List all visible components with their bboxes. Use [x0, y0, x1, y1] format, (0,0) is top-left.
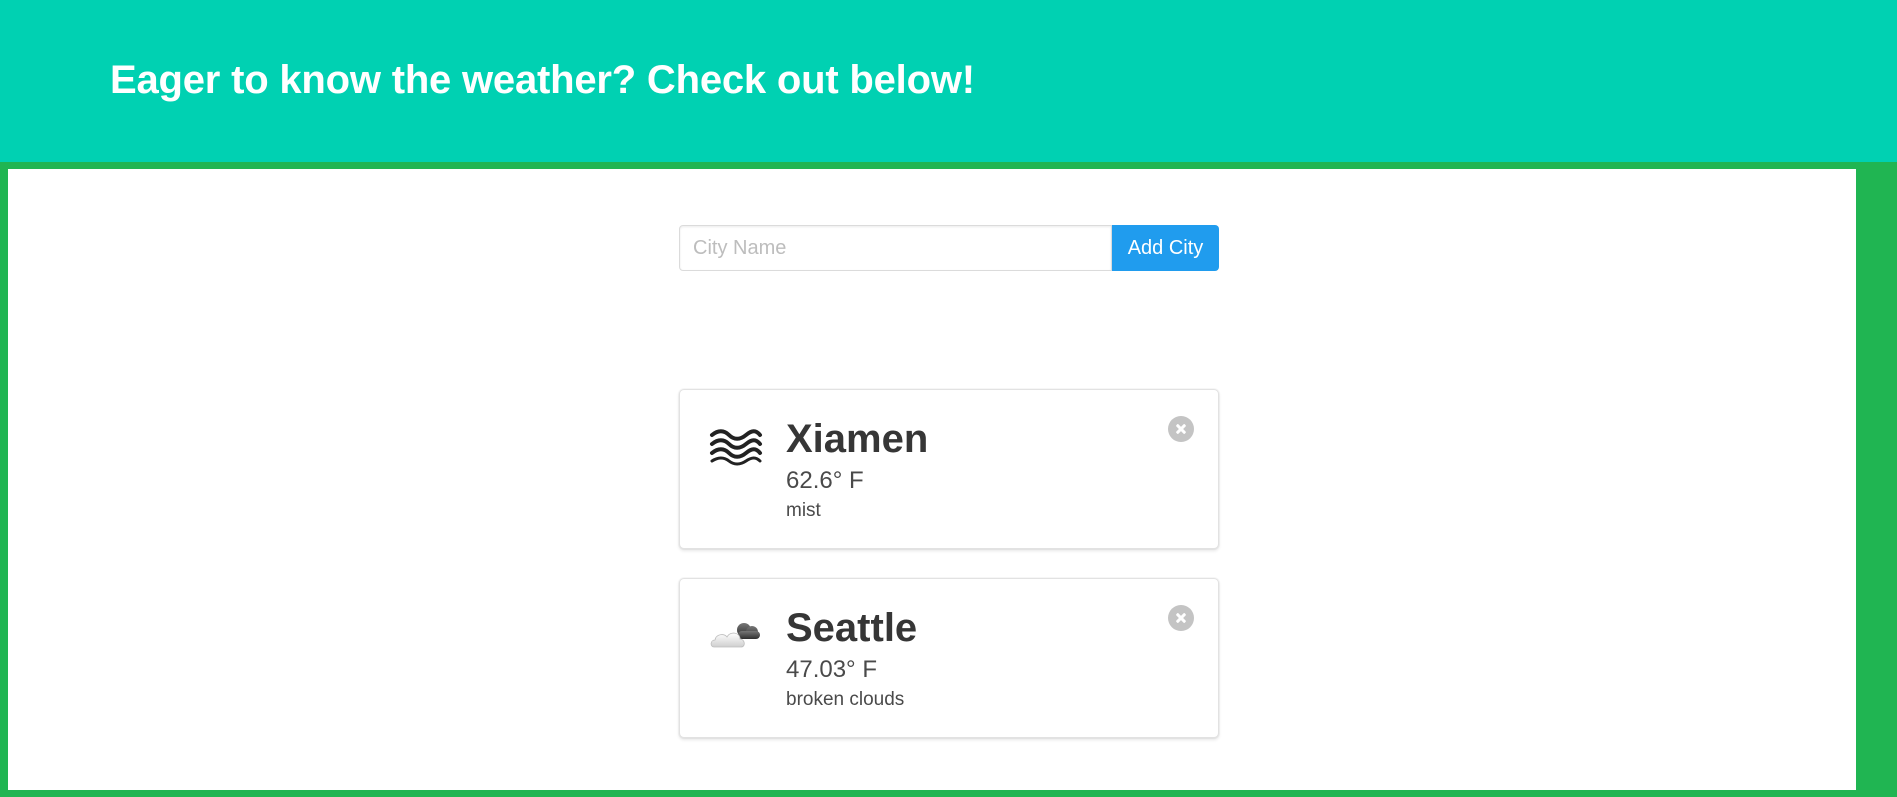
mist-icon — [708, 426, 764, 466]
city-name: Xiamen — [786, 417, 929, 461]
weather-description: mist — [786, 500, 821, 521]
page-title: Eager to know the weather? Check out bel… — [110, 58, 975, 102]
add-city-form: Add City — [679, 225, 1219, 271]
main-content: Add City Xiamen 62.6° F mist — [8, 169, 1856, 790]
hero-header: Eager to know the weather? Check out bel… — [0, 0, 1897, 162]
temperature: 47.03° F — [786, 656, 877, 683]
add-city-button[interactable]: Add City — [1112, 225, 1219, 271]
temperature: 62.6° F — [786, 467, 864, 494]
city-name: Seattle — [786, 606, 918, 650]
weather-description: broken clouds — [786, 689, 905, 710]
weather-card: Seattle 47.03° F broken clouds — [679, 578, 1219, 738]
weather-card: Xiamen 62.6° F mist — [679, 389, 1219, 549]
remove-city-button[interactable] — [1168, 605, 1194, 631]
remove-city-button[interactable] — [1168, 416, 1194, 442]
city-name-input[interactable] — [679, 225, 1112, 271]
broken-clouds-icon — [708, 615, 764, 655]
